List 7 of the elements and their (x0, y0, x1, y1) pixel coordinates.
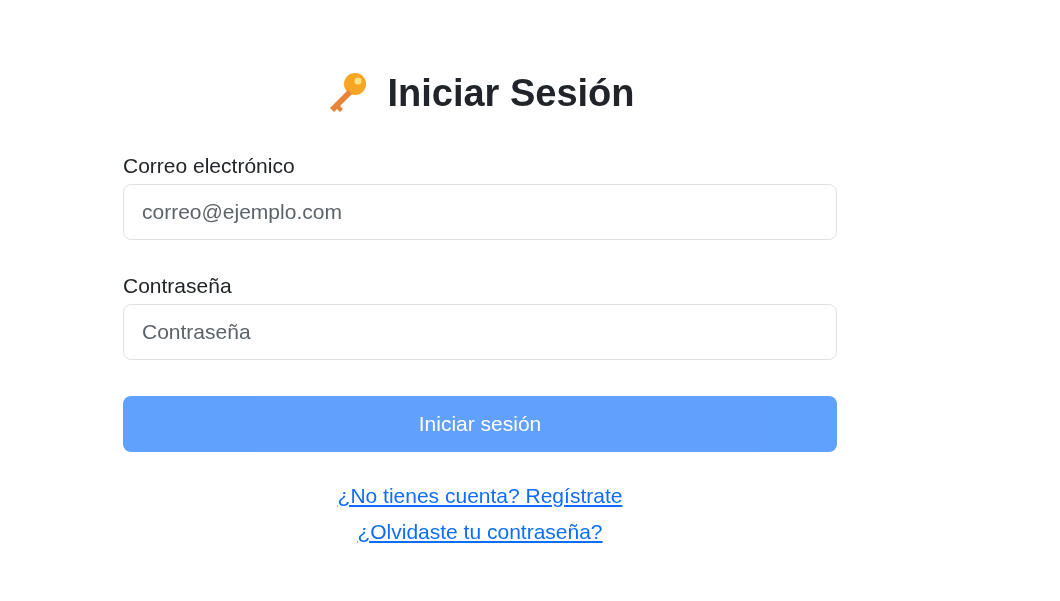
page-title: Iniciar Sesión (387, 71, 635, 116)
link[interactable]: ¿No tienes cuenta? Regístrate (337, 482, 623, 510)
field-label: Correo electrónico (123, 153, 296, 179)
input-field[interactable]: correo@ejemplo.com (123, 184, 837, 240)
link[interactable]: ¿Olvidaste tu contraseña? (357, 518, 603, 546)
field-label: Contraseña (123, 273, 233, 299)
input-field[interactable]: Contraseña (123, 304, 837, 360)
